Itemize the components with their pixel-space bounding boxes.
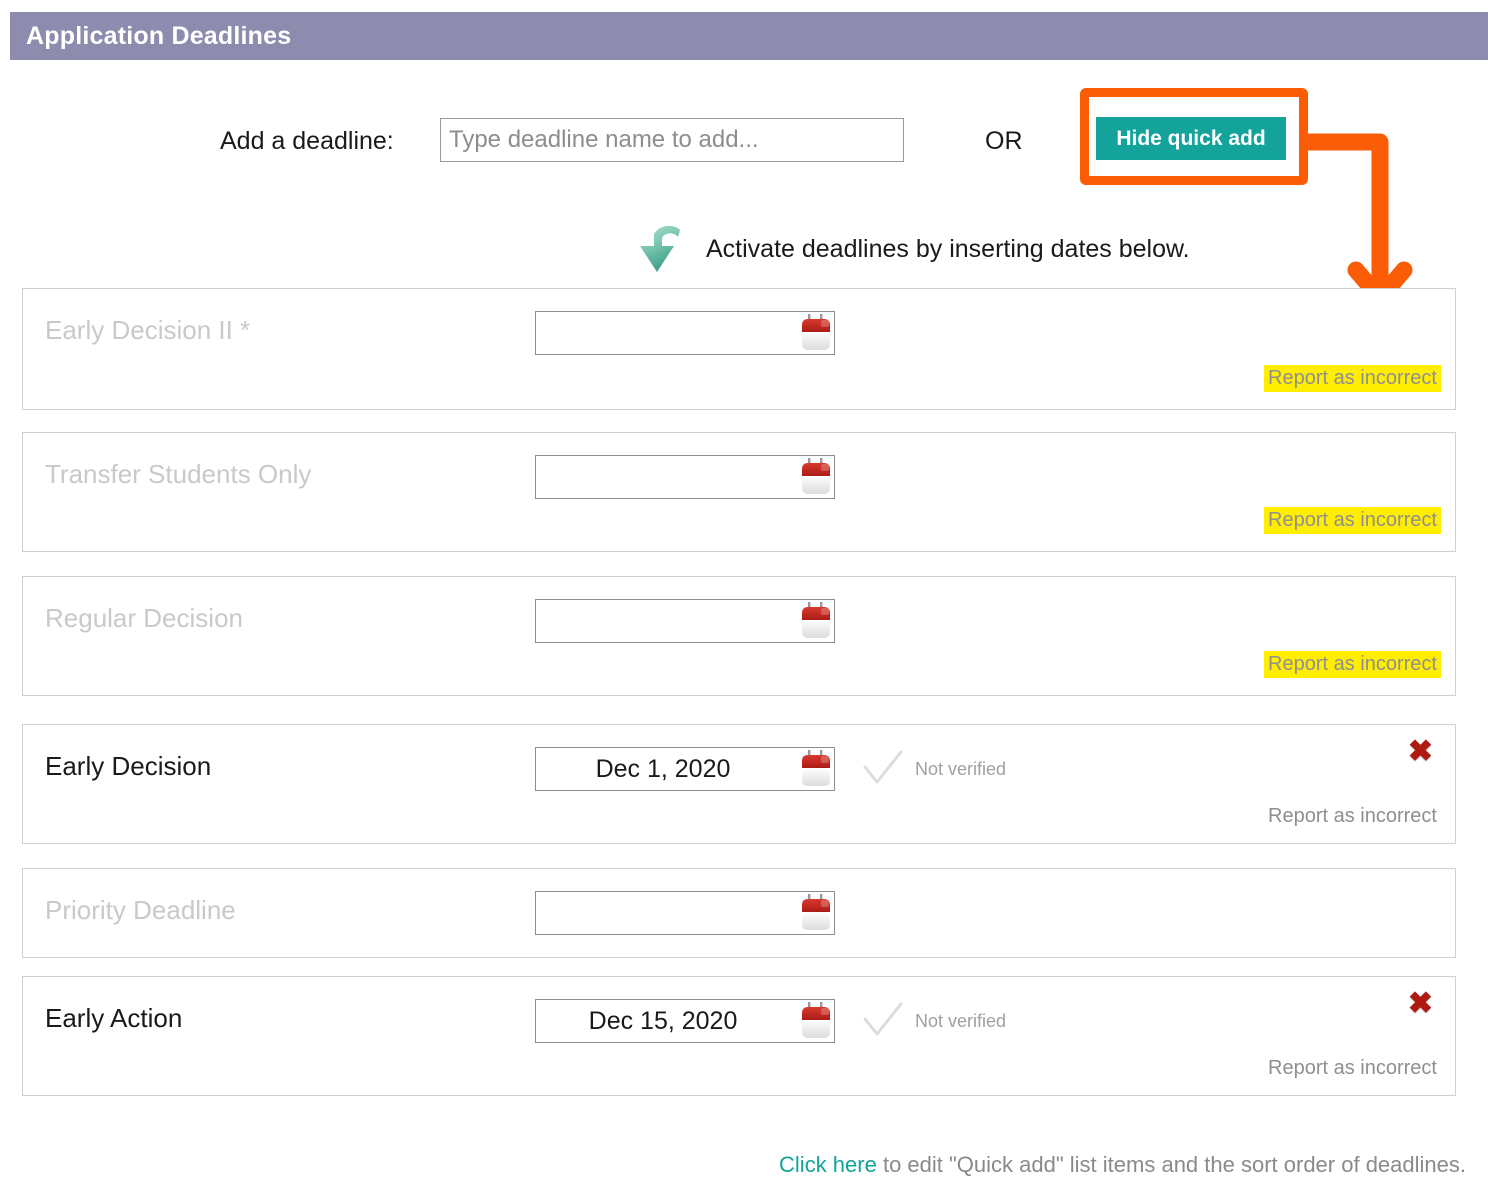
- verification-status: Not verified: [861, 747, 1006, 791]
- report-as-incorrect-link[interactable]: Report as incorrect: [1264, 365, 1441, 392]
- deadline-date-field[interactable]: [535, 599, 835, 643]
- activate-deadlines-hint: Activate deadlines by inserting dates be…: [632, 218, 1190, 280]
- calendar-icon[interactable]: [796, 747, 836, 791]
- green-curved-down-arrow-icon: [640, 225, 680, 272]
- calendar-icon[interactable]: [796, 599, 836, 643]
- deadline-row: Priority Deadline: [22, 868, 1456, 958]
- report-as-incorrect-link[interactable]: Report as incorrect: [1264, 507, 1441, 534]
- page-title: Application Deadlines: [26, 21, 292, 50]
- deadline-name-label: Regular Decision: [45, 603, 243, 633]
- panel-header: Application Deadlines: [10, 12, 1488, 60]
- calendar-icon[interactable]: [796, 311, 836, 355]
- deadline-row: Early Action Dec 15, 2020 Not verified ✖ Re…: [22, 976, 1456, 1096]
- deadline-date-value: Dec 15, 2020: [588, 1006, 738, 1035]
- calendar-icon[interactable]: [796, 999, 836, 1043]
- deadline-name-label: Priority Deadline: [45, 895, 236, 925]
- deadline-date-field[interactable]: Dec 15, 2020: [535, 999, 835, 1043]
- check-outline-icon: [863, 750, 903, 784]
- verification-label: Not verified: [915, 1010, 1007, 1031]
- report-as-incorrect-link[interactable]: Report as incorrect: [1264, 1055, 1441, 1082]
- edit-quick-add-link[interactable]: Click here: [779, 1152, 877, 1177]
- calendar-icon[interactable]: [796, 455, 836, 499]
- check-outline-icon: [863, 1002, 903, 1036]
- deadline-date-field[interactable]: [535, 311, 835, 355]
- add-deadline-input[interactable]: [440, 118, 904, 162]
- footer-note: Click here to edit "Quick add" list item…: [0, 1152, 1466, 1178]
- add-deadline-label: Add a deadline:: [220, 127, 394, 155]
- deadline-name-label: Transfer Students Only: [45, 459, 312, 489]
- or-label: OR: [985, 127, 1023, 155]
- footer-note-text: to edit "Quick add" list items and the s…: [876, 1152, 1466, 1177]
- delete-deadline-icon[interactable]: ✖: [1408, 737, 1433, 767]
- deadline-date-field[interactable]: [535, 455, 835, 499]
- deadline-row: Regular Decision Report as incorrect: [22, 576, 1456, 696]
- report-as-incorrect-link[interactable]: Report as incorrect: [1264, 803, 1441, 830]
- deadline-row: Transfer Students Only Report as incorre…: [22, 432, 1456, 552]
- verification-label: Not verified: [915, 758, 1007, 779]
- hide-quick-add-button[interactable]: Hide quick add: [1096, 117, 1286, 160]
- delete-deadline-icon[interactable]: ✖: [1408, 989, 1433, 1019]
- deadline-date-value: Dec 1, 2020: [595, 754, 731, 783]
- deadline-row: Early Decision Dec 1, 2020 Not verified ✖ R…: [22, 724, 1456, 844]
- calendar-icon[interactable]: [796, 891, 836, 935]
- activate-hint-text: Activate deadlines by inserting dates be…: [706, 234, 1190, 263]
- report-as-incorrect-link[interactable]: Report as incorrect: [1264, 651, 1441, 678]
- deadline-name-label: Early Decision II *: [45, 315, 251, 345]
- deadline-name-label: Early Action: [45, 1003, 183, 1033]
- deadline-date-field[interactable]: Dec 1, 2020: [535, 747, 835, 791]
- deadline-date-field[interactable]: [535, 891, 835, 935]
- deadline-row: Early Decision II * Report as incorrect: [22, 288, 1456, 410]
- deadline-name-label: Early Decision: [45, 751, 212, 781]
- verification-status: Not verified: [861, 999, 1006, 1043]
